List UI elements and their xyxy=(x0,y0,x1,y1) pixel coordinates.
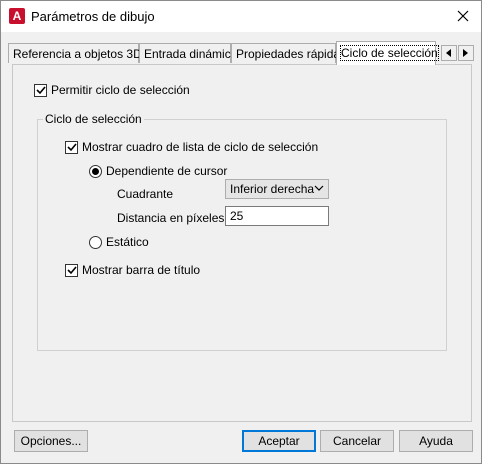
show-title-bar-label: Mostrar barra de título xyxy=(82,263,201,277)
close-button[interactable] xyxy=(449,3,477,29)
help-button[interactable]: Ayuda xyxy=(399,430,473,452)
options-button[interactable]: Opciones... xyxy=(14,430,88,452)
distance-input[interactable]: 25 xyxy=(225,206,329,226)
static-radio[interactable]: Estático xyxy=(89,235,149,249)
autocad-app-icon: A xyxy=(9,8,25,24)
checkmark-icon xyxy=(66,266,77,275)
accept-button[interactable]: Aceptar xyxy=(242,430,316,452)
show-list-box-label: Mostrar cuadro de lista de ciclo de sele… xyxy=(82,140,319,154)
static-label: Estático xyxy=(106,235,149,249)
tab-quick-properties[interactable]: Propiedades rápidas xyxy=(231,43,346,63)
checkmark-icon xyxy=(66,143,77,152)
triangle-left-icon xyxy=(446,49,451,57)
enable-cycling-label: Permitir ciclo de selección xyxy=(51,83,190,97)
dialog-window: A Parámetros de dibujo Referencia a obje… xyxy=(0,0,482,464)
tab-label: Entrada dinámica xyxy=(144,47,238,61)
cursor-dependent-radio[interactable]: Dependiente de cursor xyxy=(89,164,227,178)
quadrant-label: Cuadrante xyxy=(117,187,174,201)
dialog-title: Parámetros de dibujo xyxy=(31,9,155,24)
checkmark-icon xyxy=(35,86,46,95)
quadrant-value: Inferior derecha xyxy=(230,182,315,196)
tab-3d-object-snap[interactable]: Referencia a objetos 3D xyxy=(8,43,142,63)
cancel-button[interactable]: Cancelar xyxy=(320,430,394,452)
radio-dot xyxy=(92,167,99,175)
title-bar: A Parámetros de dibujo xyxy=(1,1,481,32)
distance-value: 25 xyxy=(230,209,244,223)
tab-label: Referencia a objetos 3D xyxy=(13,47,142,61)
checkbox-box[interactable] xyxy=(34,83,47,97)
distance-label: Distancia en píxeles xyxy=(117,211,225,225)
group-legend: Ciclo de selección xyxy=(43,112,144,126)
quadrant-select[interactable]: Inferior derecha xyxy=(225,179,329,199)
show-title-bar-checkbox[interactable]: Mostrar barra de título xyxy=(65,263,200,277)
triangle-right-icon xyxy=(463,49,468,57)
tab-label: Propiedades rápidas xyxy=(236,47,347,61)
tab-scroll-left-button[interactable] xyxy=(441,45,457,61)
tab-selection-cycling[interactable]: Ciclo de selección xyxy=(336,41,439,65)
chevron-down-icon xyxy=(314,185,324,191)
tab-dynamic-input[interactable]: Entrada dinámica xyxy=(139,43,237,63)
checkbox-box[interactable] xyxy=(65,140,78,154)
tab-scroll-right-button[interactable] xyxy=(458,45,474,61)
show-list-box-checkbox[interactable]: Mostrar cuadro de lista de ciclo de sele… xyxy=(65,140,318,154)
close-icon xyxy=(457,10,469,22)
cursor-dependent-label: Dependiente de cursor xyxy=(106,164,228,178)
tab-label: Ciclo de selección xyxy=(340,45,439,61)
enable-cycling-checkbox[interactable]: Permitir ciclo de selección xyxy=(34,83,190,97)
radio-circle[interactable] xyxy=(89,164,102,178)
tab-strip: Referencia a objetos 3D Entrada dinámica… xyxy=(1,41,481,65)
checkbox-box[interactable] xyxy=(65,263,78,277)
radio-circle[interactable] xyxy=(89,235,102,249)
